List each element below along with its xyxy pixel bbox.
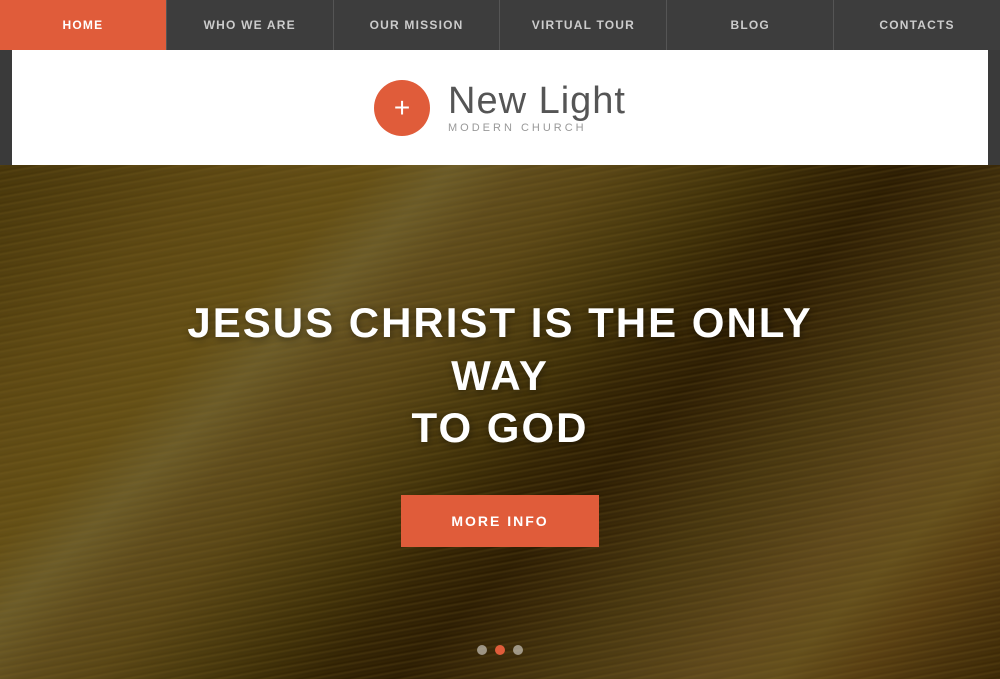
- hero-headline: JESUS CHRIST IS THE ONLY WAY TO GOD: [150, 297, 850, 455]
- logo-name: New Light: [448, 81, 626, 123]
- logo-icon: +: [374, 80, 430, 136]
- more-info-button[interactable]: MORE INFO: [401, 495, 598, 547]
- cross-icon: +: [394, 94, 410, 122]
- logo-text: New Light MODERN CHURCH: [448, 81, 626, 135]
- main-nav: HOME WHO WE ARE OUR MISSION VIRTUAL TOUR…: [0, 0, 1000, 50]
- carousel-dots: [477, 645, 523, 655]
- nav-contacts[interactable]: CONTACTS: [834, 0, 1000, 50]
- nav-who-we-are[interactable]: WHO WE ARE: [167, 0, 334, 50]
- nav-home[interactable]: HOME: [0, 0, 167, 50]
- hero-section: JESUS CHRIST IS THE ONLY WAY TO GOD MORE…: [0, 165, 1000, 679]
- logo-bar: + New Light MODERN CHURCH: [0, 50, 1000, 165]
- carousel-dot-1[interactable]: [477, 645, 487, 655]
- carousel-dot-3[interactable]: [513, 645, 523, 655]
- nav-virtual-tour[interactable]: VIRTUAL TOUR: [500, 0, 667, 50]
- nav-blog[interactable]: BLOG: [667, 0, 834, 50]
- nav-our-mission[interactable]: OUR MISSION: [334, 0, 501, 50]
- logo-container: + New Light MODERN CHURCH: [374, 80, 626, 136]
- logo-tagline: MODERN CHURCH: [448, 122, 626, 134]
- carousel-dot-2[interactable]: [495, 645, 505, 655]
- hero-content: JESUS CHRIST IS THE ONLY WAY TO GOD MORE…: [0, 165, 1000, 679]
